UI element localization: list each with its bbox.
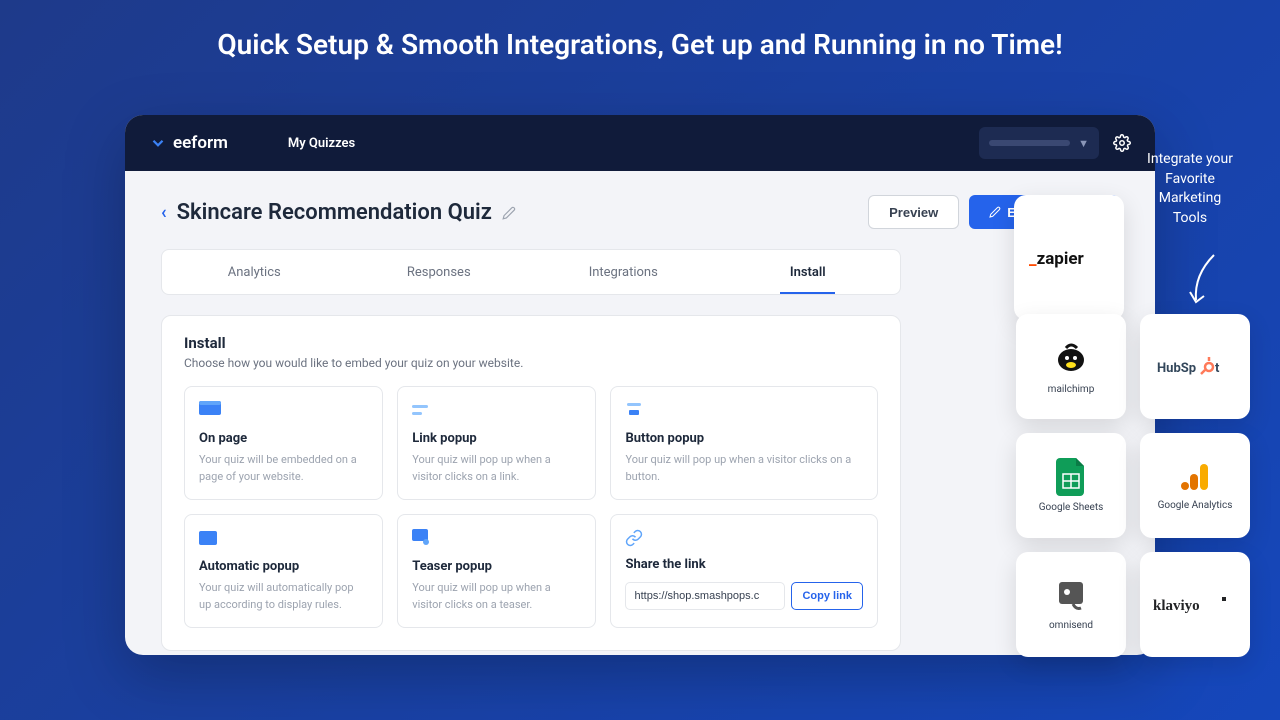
option-desc: Your quiz will pop up when a visitor cli…: [625, 452, 863, 485]
option-title: On page: [199, 431, 368, 446]
integration-label: Google Sheets: [1039, 502, 1104, 513]
integration-mailchimp: mailchimp: [1016, 314, 1126, 419]
link-icon: [625, 529, 643, 547]
install-heading: Install: [184, 334, 878, 352]
install-subheading: Choose how you would like to embed your …: [184, 356, 878, 370]
chevron-down-icon: ▼: [1078, 137, 1089, 150]
share-title: Share the link: [625, 557, 863, 572]
integration-label: omnisend: [1049, 620, 1093, 631]
svg-text:t: t: [1215, 361, 1220, 376]
integration-klaviyo: klaviyo: [1140, 552, 1250, 657]
option-desc: Your quiz will automatically pop up acco…: [199, 580, 368, 613]
page-title: Skincare Recommendation Quiz: [177, 200, 492, 225]
share-url-input[interactable]: [625, 582, 785, 610]
link-popup-icon: [412, 401, 434, 419]
svg-text:HubSp: HubSp: [1157, 361, 1196, 376]
option-title: Button popup: [625, 431, 863, 446]
copy-link-button[interactable]: Copy link: [791, 582, 863, 610]
integration-omnisend: omnisend: [1016, 552, 1126, 657]
integration-label: mailchimp: [1048, 384, 1095, 395]
option-title: Link popup: [412, 431, 581, 446]
hero-title: Quick Setup & Smooth Integrations, Get u…: [0, 0, 1280, 77]
account-dropdown[interactable]: ▼: [979, 127, 1099, 159]
integration-hubspot: HubSp t: [1140, 314, 1250, 419]
nav-my-quizzes[interactable]: My Quizzes: [288, 136, 355, 151]
tabs: Analytics Responses Integrations Install: [161, 249, 901, 295]
app-header: eeform My Quizzes ▼: [125, 115, 1155, 171]
option-teaser-popup[interactable]: Teaser popup Your quiz will pop up when …: [397, 514, 596, 628]
integration-google-analytics: Google Analytics: [1140, 433, 1250, 538]
share-link-card: Share the link Copy link: [610, 514, 878, 628]
brand-text: eeform: [173, 133, 228, 153]
integration-label: Google Analytics: [1158, 500, 1233, 511]
option-title: Automatic popup: [199, 559, 368, 574]
option-on-page[interactable]: On page Your quiz will be embedded on a …: [184, 386, 383, 500]
integration-google-sheets: Google Sheets: [1016, 433, 1126, 538]
tab-analytics[interactable]: Analytics: [162, 250, 347, 294]
brand[interactable]: eeform: [149, 133, 228, 153]
teaser-popup-icon: [412, 529, 434, 547]
integration-grid: mailchimp HubSp t Google Sheets Google An…: [1016, 195, 1250, 657]
svg-text:klaviyo: klaviyo: [1153, 598, 1200, 614]
on-page-icon: [199, 401, 221, 419]
option-link-popup[interactable]: Link popup Your quiz will pop up when a …: [397, 386, 596, 500]
button-popup-icon: [625, 401, 647, 419]
settings-icon[interactable]: [1113, 134, 1131, 152]
preview-button[interactable]: Preview: [868, 195, 959, 229]
automatic-popup-icon: [199, 529, 221, 547]
option-desc: Your quiz will pop up when a visitor cli…: [412, 580, 581, 613]
title-row: ‹ Skincare Recommendation Quiz Preview E…: [161, 195, 1119, 229]
option-automatic-popup[interactable]: Automatic popup Your quiz will automatic…: [184, 514, 383, 628]
tab-install[interactable]: Install: [716, 250, 901, 294]
option-desc: Your quiz will pop up when a visitor cli…: [412, 452, 581, 485]
option-desc: Your quiz will be embedded on a page of …: [199, 452, 368, 485]
back-button[interactable]: ‹: [161, 202, 167, 223]
install-panel: Install Choose how you would like to emb…: [161, 315, 901, 651]
option-title: Teaser popup: [412, 559, 581, 574]
pencil-icon: [989, 206, 1001, 218]
tab-integrations[interactable]: Integrations: [531, 250, 716, 294]
tab-responses[interactable]: Responses: [347, 250, 532, 294]
app-window: eeform My Quizzes ▼ ‹ Skincare Recommend…: [125, 115, 1155, 655]
brand-chevron-icon: [149, 134, 167, 152]
option-button-popup[interactable]: Button popup Your quiz will pop up when …: [610, 386, 878, 500]
edit-title-icon[interactable]: [502, 205, 516, 219]
